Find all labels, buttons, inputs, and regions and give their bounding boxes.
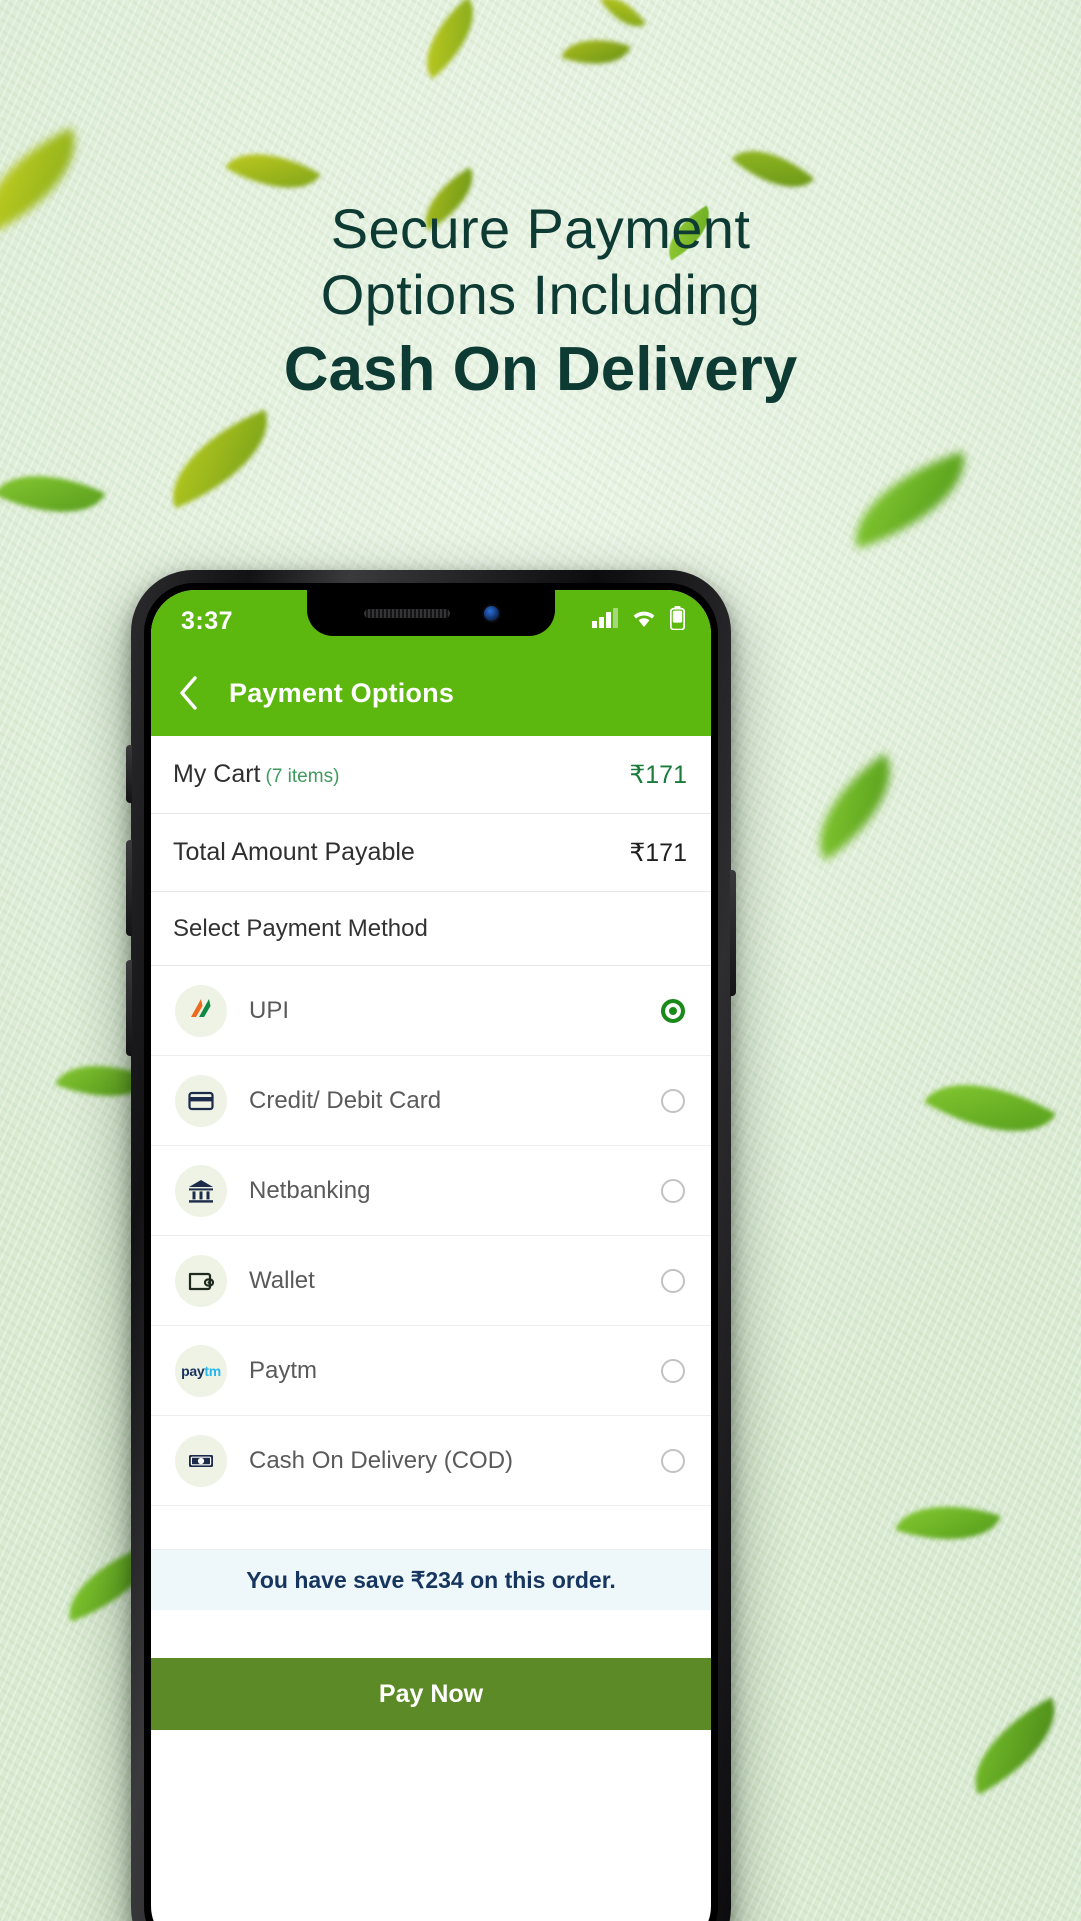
leaf-decor [794,753,916,861]
section-title-payment-method: Select Payment Method [151,892,711,966]
back-chevron-icon[interactable] [169,674,207,712]
phone-screen: 3:37 Payment Options My Cart (7 items) ₹… [151,590,711,1921]
headline-line-2: Options Including [320,263,761,326]
leaf-decor [406,0,494,80]
leaf-decor [954,1697,1076,1795]
battery-icon [669,605,686,635]
total-payable-label: Total Amount Payable [173,838,415,866]
page-title: Payment Options [229,677,455,708]
payment-option-netbanking[interactable]: Netbanking [151,1146,711,1236]
payment-option-label: Credit/ Debit Card [249,1086,442,1114]
phone-volume-down-button [126,960,132,1056]
payment-option-paytm[interactable]: paytm Paytm [151,1326,711,1416]
promo-banner: Secure Payment Options Including Cash On… [0,0,1081,1921]
content-spacer [151,1506,711,1550]
bank-icon [175,1164,227,1217]
payment-option-upi[interactable]: UPI [151,966,711,1056]
phone-bezel: 3:37 Payment Options My Cart (7 items) ₹… [144,583,718,1921]
leaf-decor [838,451,982,549]
upi-icon [175,984,227,1037]
payment-option-wallet[interactable]: Wallet [151,1236,711,1326]
status-clock: 3:37 [181,606,234,635]
payment-radio-paytm[interactable] [661,1358,685,1383]
payment-radio-netbanking[interactable] [661,1178,685,1203]
payment-option-label: Paytm [249,1356,318,1384]
credit-card-icon [175,1074,227,1127]
phone-power-button [730,870,736,996]
cart-summary-row[interactable]: My Cart (7 items) ₹171 [151,736,711,814]
payment-radio-upi[interactable] [661,998,685,1023]
cart-items-count: (7 items) [265,766,340,787]
phone-volume-up-button [126,840,132,936]
paytm-logo-icon: paytm [175,1344,227,1397]
phone-notch [307,590,555,636]
bottom-area [151,1730,711,1788]
headline-line-1: Secure Payment [330,197,751,260]
phone-mute-switch [126,745,132,803]
payment-content: My Cart (7 items) ₹171 Total Amount Payab… [151,736,711,1788]
promo-headline: Secure Payment Options Including Cash On… [0,196,1081,408]
payment-option-label: Wallet [249,1266,315,1294]
headline-line-3: Cash On Delivery [283,335,798,404]
payment-option-cod[interactable]: Cash On Delivery (COD) [151,1416,711,1506]
payment-option-card[interactable]: Credit/ Debit Card [151,1056,711,1146]
payment-option-label: Cash On Delivery (COD) [249,1446,514,1474]
wallet-icon [175,1254,227,1307]
leaf-decor [561,25,631,79]
leaf-decor [895,1486,1001,1560]
payment-option-label: Netbanking [249,1176,371,1204]
leaf-decor [924,1053,1056,1163]
pay-now-button[interactable]: Pay Now [151,1658,711,1730]
cart-amount: ₹171 [629,760,687,789]
leaf-decor [599,0,647,38]
status-icons [592,605,686,635]
cart-label-text: My Cart [173,760,261,788]
total-payable-amount: ₹171 [629,838,687,867]
front-camera-icon [483,605,499,621]
payment-radio-wallet[interactable] [661,1268,685,1293]
leaf-decor [0,451,106,537]
app-bar: Payment Options [151,650,711,736]
payment-option-label: UPI [249,996,290,1024]
savings-banner: You have save ₹234 on this order. [151,1550,711,1610]
signal-bars-icon [592,607,618,633]
total-payable-row: Total Amount Payable ₹171 [151,814,711,892]
wifi-icon [631,608,657,633]
payment-radio-cod[interactable] [661,1448,685,1473]
earpiece-speaker-icon [363,608,450,618]
cart-label: My Cart (7 items) [173,760,339,789]
phone-mockup: 3:37 Payment Options My Cart (7 items) ₹… [126,570,736,1921]
cash-note-icon [175,1434,227,1487]
payment-radio-card[interactable] [661,1088,685,1113]
leaf-decor [153,409,287,509]
content-spacer-lower [151,1610,711,1658]
